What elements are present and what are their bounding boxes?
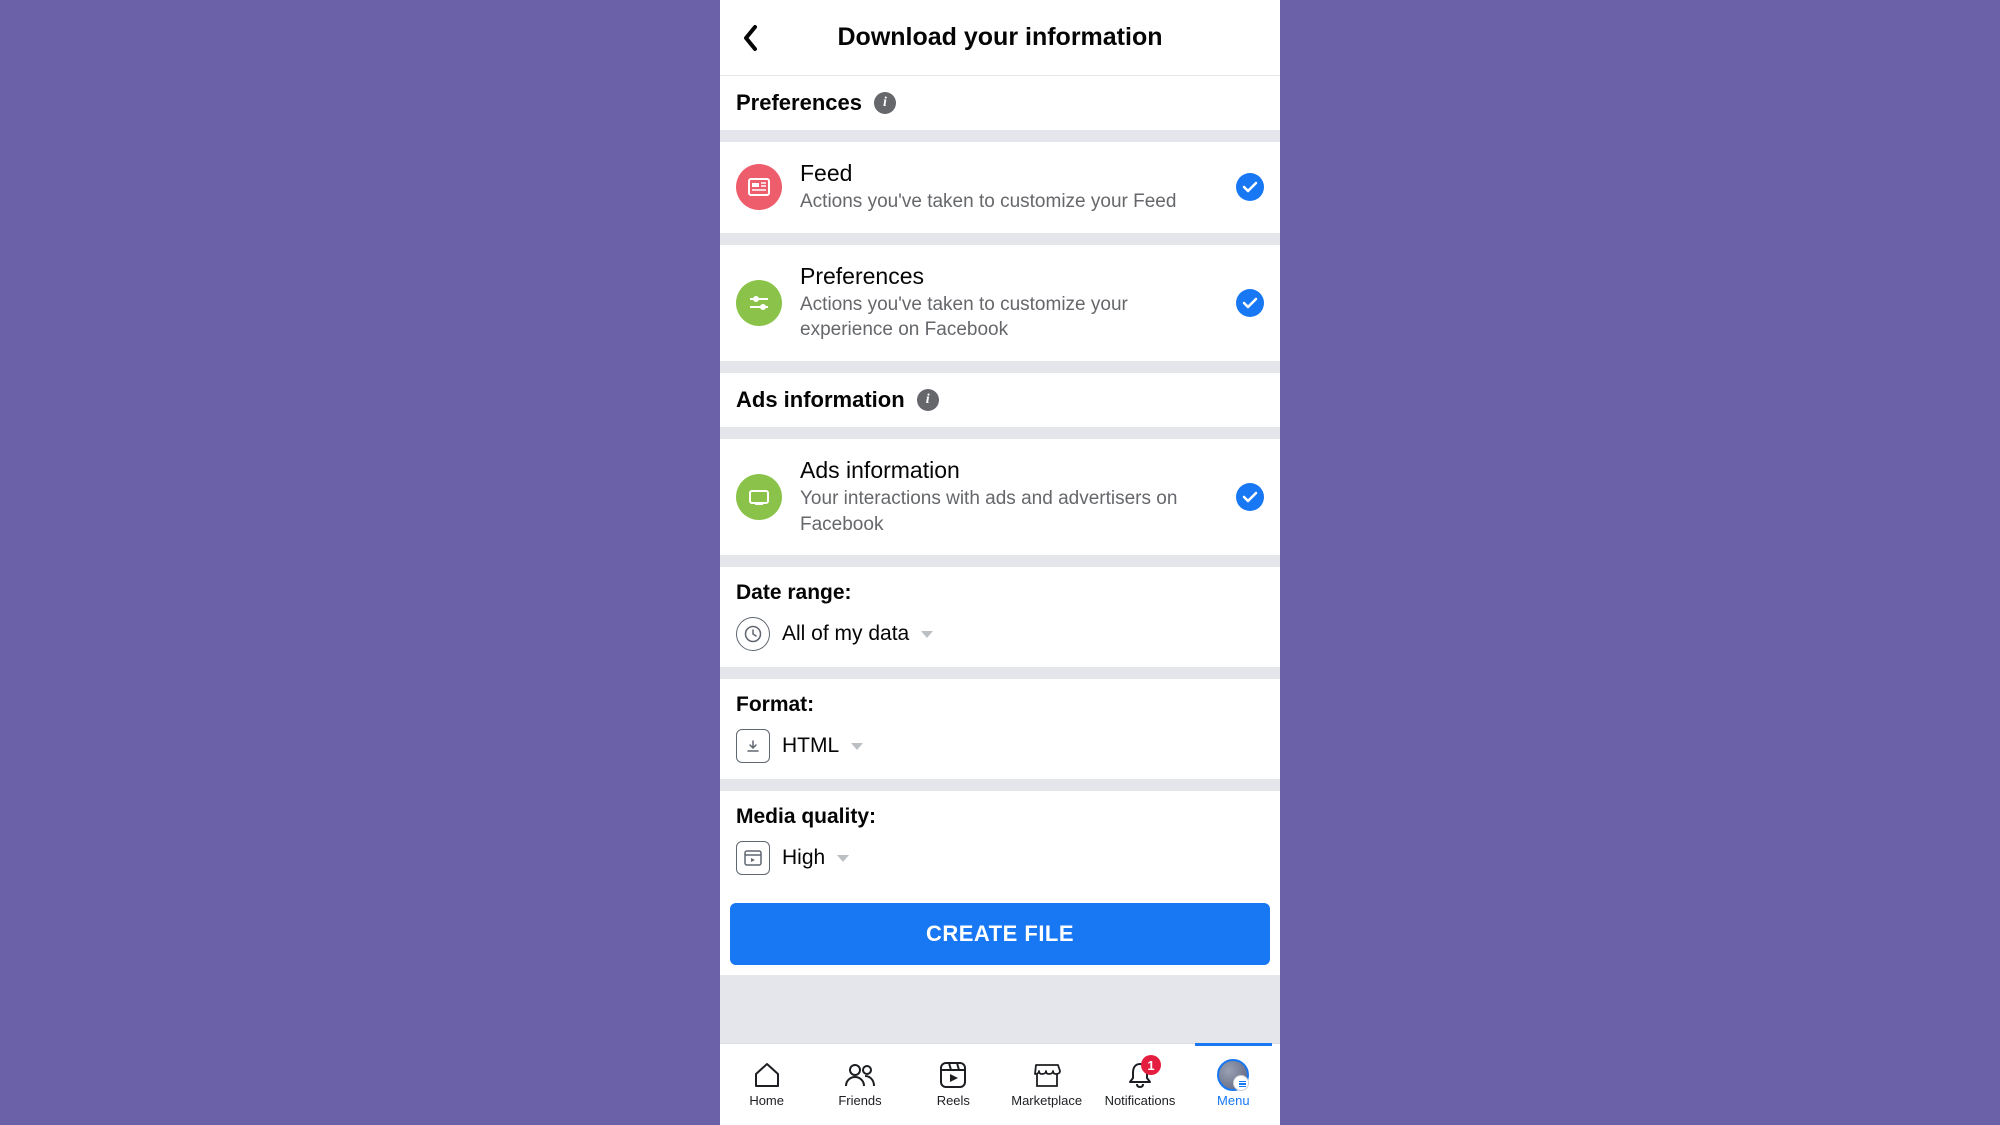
list-item-ads[interactable]: Ads information Your interactions with a… — [720, 439, 1280, 555]
tab-friends[interactable]: Friends — [813, 1044, 906, 1125]
download-file-icon — [736, 729, 770, 763]
tab-label: Marketplace — [1011, 1093, 1082, 1108]
option-value: HTML — [782, 734, 839, 758]
tab-notifications[interactable]: 1 Notifications — [1093, 1044, 1186, 1125]
checkbox-checked[interactable] — [1236, 289, 1264, 317]
preferences-icon — [736, 280, 782, 326]
reels-icon — [936, 1061, 970, 1089]
tab-menu[interactable]: Menu — [1187, 1044, 1280, 1125]
menu-avatar-icon — [1216, 1061, 1250, 1089]
tab-home[interactable]: Home — [720, 1044, 813, 1125]
check-icon — [1242, 297, 1258, 309]
option-label: Date range: — [736, 581, 1264, 605]
back-button[interactable] — [720, 0, 780, 75]
item-subtitle: Actions you've taken to customize your F… — [800, 189, 1218, 215]
notification-badge: 1 — [1141, 1055, 1161, 1075]
section-title: Ads information — [736, 387, 905, 413]
option-label: Media quality: — [736, 805, 1264, 829]
item-title: Preferences — [800, 263, 1218, 290]
tab-marketplace[interactable]: Marketplace — [1000, 1044, 1093, 1125]
create-file-button[interactable]: CREATE FILE — [730, 903, 1270, 965]
page-title: Download your information — [720, 23, 1280, 52]
app-screen: Download your information Preferences i … — [720, 0, 1280, 1125]
cta-container: CREATE FILE — [720, 891, 1280, 975]
item-subtitle: Actions you've taken to customize your e… — [800, 292, 1218, 343]
item-subtitle: Your interactions with ads and advertise… — [800, 486, 1218, 537]
media-quality-selector[interactable]: High — [736, 841, 1264, 875]
section-title: Preferences — [736, 90, 862, 116]
chevron-left-icon — [741, 24, 759, 52]
format-selector[interactable]: HTML — [736, 729, 1264, 763]
chevron-down-icon — [921, 631, 933, 638]
option-media-quality: Media quality: High — [720, 791, 1280, 891]
option-label: Format: — [736, 693, 1264, 717]
section-header-ads: Ads information i — [720, 373, 1280, 427]
ads-icon — [736, 474, 782, 520]
bell-icon: 1 — [1123, 1061, 1157, 1089]
item-title: Feed — [800, 160, 1218, 187]
tab-reels[interactable]: Reels — [907, 1044, 1000, 1125]
info-icon[interactable]: i — [917, 389, 939, 411]
bottom-tab-bar: Home Friends Reels Marketplace 1 Not — [720, 1043, 1280, 1125]
tab-label: Menu — [1217, 1093, 1250, 1108]
tab-label: Reels — [937, 1093, 970, 1108]
section-header-preferences: Preferences i — [720, 76, 1280, 130]
option-value: High — [782, 846, 825, 870]
content-area: Preferences i Feed Actions you've taken … — [720, 76, 1280, 1043]
media-icon — [736, 841, 770, 875]
check-icon — [1242, 491, 1258, 503]
tab-label: Notifications — [1105, 1093, 1176, 1108]
tab-label: Home — [749, 1093, 784, 1108]
chevron-down-icon — [837, 855, 849, 862]
option-date-range: Date range: All of my data — [720, 567, 1280, 667]
checkbox-checked[interactable] — [1236, 173, 1264, 201]
clock-icon — [736, 617, 770, 651]
avatar — [1217, 1059, 1249, 1091]
list-item-feed[interactable]: Feed Actions you've taken to customize y… — [720, 142, 1280, 233]
list-item-preferences[interactable]: Preferences Actions you've taken to cust… — [720, 245, 1280, 361]
header-bar: Download your information — [720, 0, 1280, 76]
marketplace-icon — [1030, 1061, 1064, 1089]
feed-icon — [736, 164, 782, 210]
option-format: Format: HTML — [720, 679, 1280, 779]
option-value: All of my data — [782, 622, 909, 646]
date-range-selector[interactable]: All of my data — [736, 617, 1264, 651]
home-icon — [750, 1061, 784, 1089]
chevron-down-icon — [851, 743, 863, 750]
tab-label: Friends — [838, 1093, 881, 1108]
checkbox-checked[interactable] — [1236, 483, 1264, 511]
info-icon[interactable]: i — [874, 92, 896, 114]
item-title: Ads information — [800, 457, 1218, 484]
friends-icon — [843, 1061, 877, 1089]
check-icon — [1242, 181, 1258, 193]
